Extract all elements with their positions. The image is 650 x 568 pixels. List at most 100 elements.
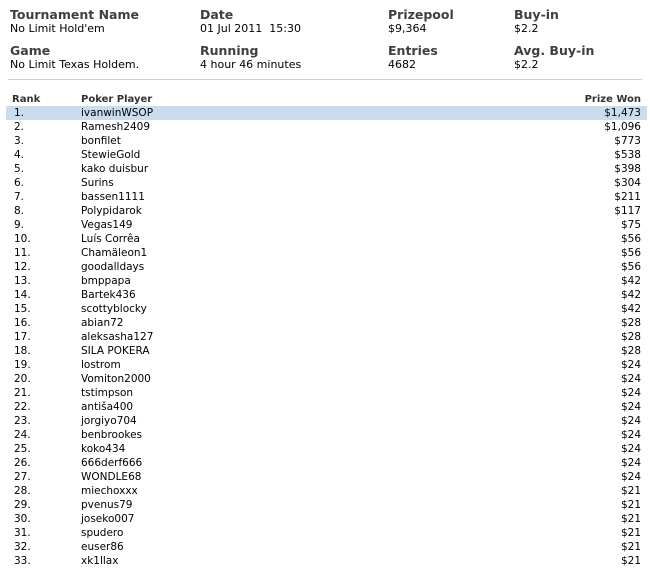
prize-cell: $24 xyxy=(620,415,641,427)
player-cell: bmppapa xyxy=(81,275,131,287)
table-row[interactable]: 33. xk1llax $21 xyxy=(6,554,647,568)
rank-cell: 2. xyxy=(14,121,25,133)
rank-cell: 11. xyxy=(14,247,31,259)
header-divider xyxy=(8,79,642,80)
prizepool-block: Prizepool $9,364 xyxy=(388,8,454,36)
table-row[interactable]: 16. abian72 $28 xyxy=(6,316,647,330)
rank-cell: 7. xyxy=(14,191,25,203)
prizepool-value: $9,364 xyxy=(388,22,427,35)
player-cell: tstimpson xyxy=(81,387,134,399)
table-row[interactable]: 22. antiša400 $24 xyxy=(6,400,647,414)
table-row[interactable]: 23. jorgiyo704 $24 xyxy=(6,414,647,428)
table-row[interactable]: 10. Luís Corrêa $56 xyxy=(6,232,647,246)
table-row[interactable]: 1. ivanwinWSOP $1,473 xyxy=(6,106,647,120)
table-row[interactable]: 18. SILA POKERA $28 xyxy=(6,344,647,358)
rank-column-header[interactable]: Rank xyxy=(12,94,40,106)
player-cell: bassen1111 xyxy=(81,191,145,203)
rank-cell: 30. xyxy=(14,513,31,525)
date-value: 01 Jul 2011 15:30 xyxy=(200,22,301,35)
rank-cell: 23. xyxy=(14,415,31,427)
table-row[interactable]: 24. benbrookes $24 xyxy=(6,428,647,442)
table-row[interactable]: 28. miechoxxx $21 xyxy=(6,484,647,498)
table-row[interactable]: 14. Bartek436 $42 xyxy=(6,288,647,302)
game-value: No Limit Texas Holdem. xyxy=(10,58,140,71)
table-row[interactable]: 6. Surins $304 xyxy=(6,176,647,190)
table-row[interactable]: 12. goodalldays $56 xyxy=(6,260,647,274)
date-label: Date xyxy=(200,7,234,22)
player-column-header[interactable]: Poker Player xyxy=(81,94,152,106)
table-row[interactable]: 20. Vomiton2000 $24 xyxy=(6,372,647,386)
table-row[interactable]: 3. bonfilet $773 xyxy=(6,134,647,148)
avg-buyin-label: Avg. Buy-in xyxy=(514,43,595,58)
prize-cell: $24 xyxy=(620,359,641,371)
buyin-block: Buy-in $2.2 xyxy=(514,8,559,36)
results-table-body: 1. ivanwinWSOP $1,473 2. Ramesh2409 $1,096 3. b… xyxy=(6,106,647,568)
entries-block: Entries 4682 xyxy=(388,44,438,72)
rank-cell: 1. xyxy=(14,107,25,119)
rank-cell: 17. xyxy=(14,331,31,343)
rank-cell: 15. xyxy=(14,303,31,315)
rank-cell: 6. xyxy=(14,177,25,189)
table-row[interactable]: 8. Polypidarok $117 xyxy=(6,204,647,218)
rank-cell: 28. xyxy=(14,485,31,497)
date-block: Date 01 Jul 2011 15:30 xyxy=(200,8,301,36)
player-cell: kako duisbur xyxy=(81,163,149,175)
table-row[interactable]: 31. spudero $21 xyxy=(6,526,647,540)
results-table: Rank Poker Player Prize Won 1. ivanwinWSO… xyxy=(6,94,647,568)
game-block: Game No Limit Texas Holdem. xyxy=(10,44,139,72)
prize-cell: $56 xyxy=(620,233,641,245)
player-cell: goodalldays xyxy=(81,261,145,273)
prize-cell: $42 xyxy=(620,303,641,315)
table-row[interactable]: 21. tstimpson $24 xyxy=(6,386,647,400)
table-row[interactable]: 11. Chamäleon1 $56 xyxy=(6,246,647,260)
table-row[interactable]: 9. Vegas149 $75 xyxy=(6,218,647,232)
prize-cell: $56 xyxy=(620,247,641,259)
table-row[interactable]: 4. StewieGold $538 xyxy=(6,148,647,162)
table-row[interactable]: 13. bmppapa $42 xyxy=(6,274,647,288)
player-cell: StewieGold xyxy=(81,149,141,161)
player-cell: SILA POKERA xyxy=(81,345,150,357)
table-row[interactable]: 17. aleksasha127 $28 xyxy=(6,330,647,344)
player-cell: lostrom xyxy=(81,359,121,371)
rank-cell: 33. xyxy=(14,555,31,567)
running-value: 4 hour 46 minutes xyxy=(200,58,302,71)
prize-cell: $24 xyxy=(620,401,641,413)
prize-column-header[interactable]: Prize Won xyxy=(585,94,641,106)
entries-label: Entries xyxy=(388,43,438,58)
prize-cell: $56 xyxy=(620,261,641,273)
rank-cell: 3. xyxy=(14,135,25,147)
rank-cell: 21. xyxy=(14,387,31,399)
table-row[interactable]: 29. pvenus79 $21 xyxy=(6,498,647,512)
player-cell: Luís Corrêa xyxy=(81,233,140,245)
table-row[interactable]: 25. koko434 $24 xyxy=(6,442,647,456)
rank-cell: 26. xyxy=(14,457,31,469)
prize-cell: $21 xyxy=(620,555,641,567)
prize-cell: $28 xyxy=(620,331,641,343)
rank-cell: 14. xyxy=(14,289,31,301)
rank-cell: 9. xyxy=(14,219,25,231)
table-row[interactable]: 30. joseko007 $21 xyxy=(6,512,647,526)
player-cell: Chamäleon1 xyxy=(81,247,148,259)
prize-cell: $75 xyxy=(620,219,641,231)
player-cell: scottyblocky xyxy=(81,303,147,315)
player-cell: Bartek436 xyxy=(81,289,136,301)
table-row[interactable]: 32. euser86 $21 xyxy=(6,540,647,554)
prize-cell: $21 xyxy=(620,513,641,525)
table-row[interactable]: 19. lostrom $24 xyxy=(6,358,647,372)
avg-buyin-value: $2.2 xyxy=(514,58,539,71)
prize-cell: $28 xyxy=(620,317,641,329)
table-row[interactable]: 15. scottyblocky $42 xyxy=(6,302,647,316)
table-row[interactable]: 5. kako duisbur $398 xyxy=(6,162,647,176)
table-row[interactable]: 2. Ramesh2409 $1,096 xyxy=(6,120,647,134)
tournament-name-value: No Limit Hold'em xyxy=(10,22,105,35)
table-row[interactable]: 26. 666derf666 $24 xyxy=(6,456,647,470)
prize-cell: $21 xyxy=(620,527,641,539)
player-cell: ivanwinWSOP xyxy=(81,107,154,119)
table-row[interactable]: 27. WONDLE68 $24 xyxy=(6,470,647,484)
game-label: Game xyxy=(10,43,51,58)
player-cell: Ramesh2409 xyxy=(81,121,151,133)
rank-cell: 10. xyxy=(14,233,31,245)
table-row[interactable]: 7. bassen1111 $211 xyxy=(6,190,647,204)
player-cell: 666derf666 xyxy=(81,457,143,469)
running-label: Running xyxy=(200,43,259,58)
